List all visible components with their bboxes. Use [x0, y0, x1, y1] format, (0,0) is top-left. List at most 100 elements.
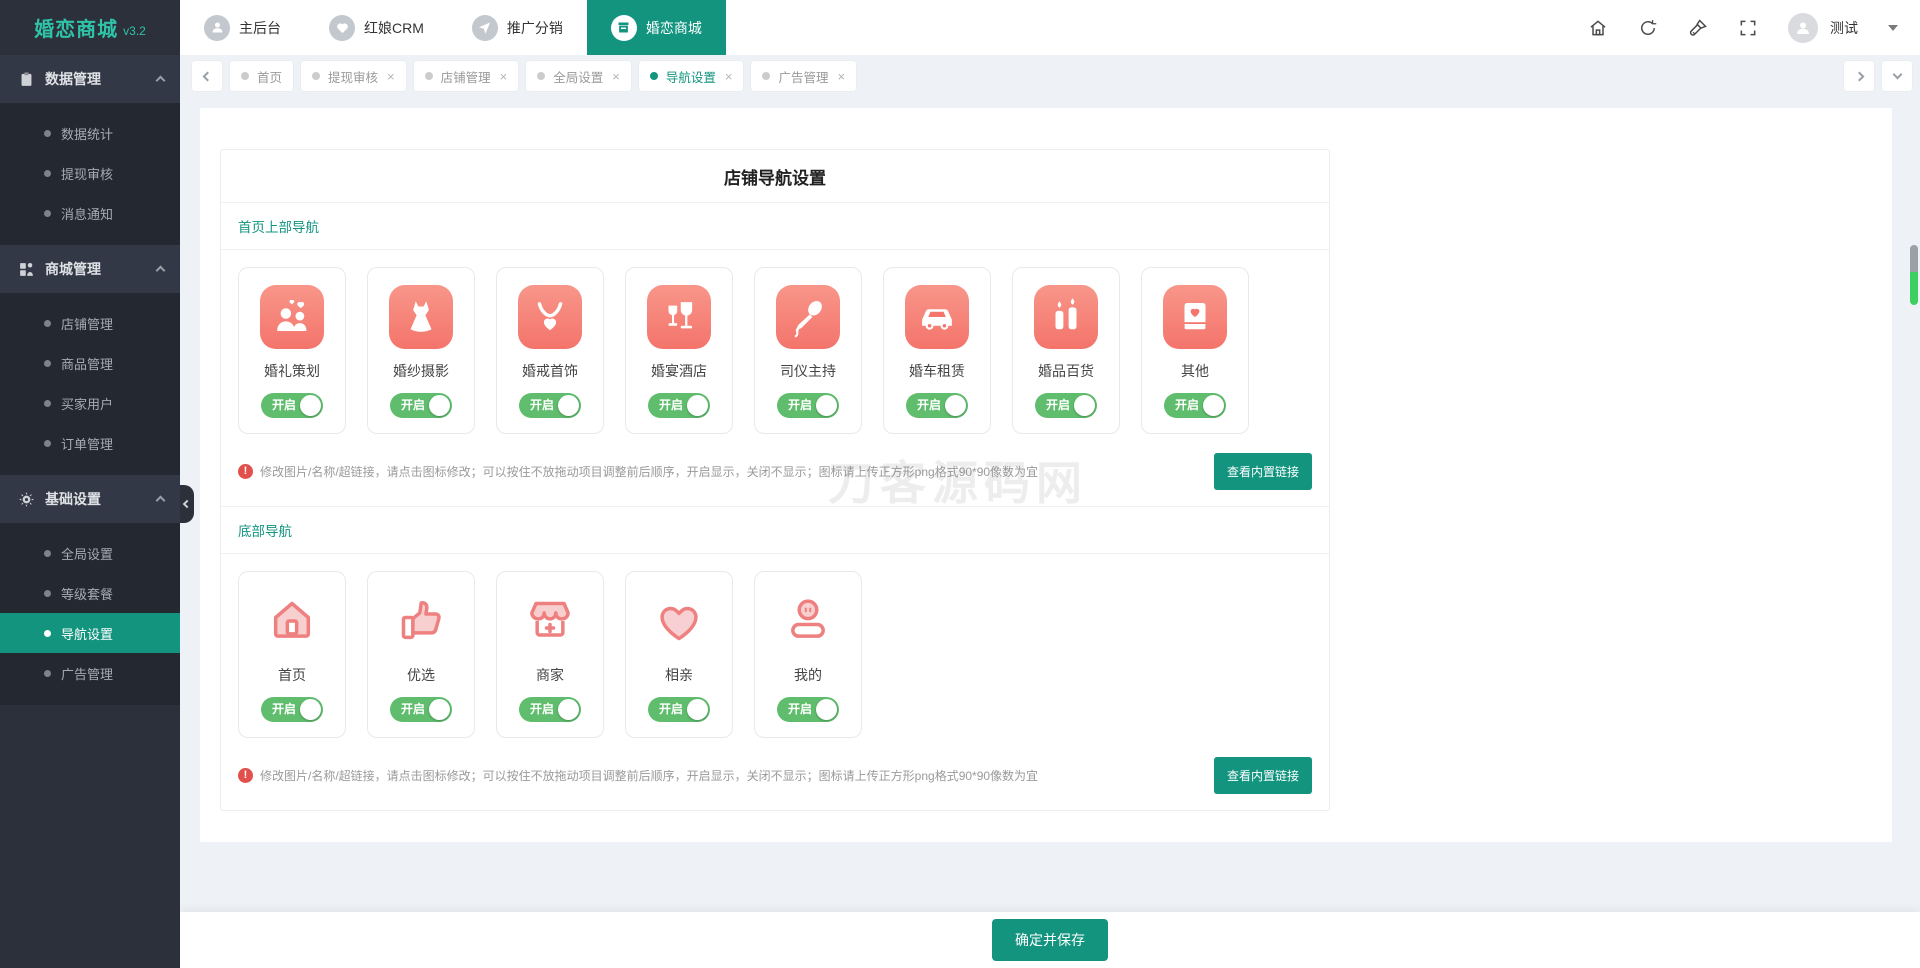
nav-card-toggle[interactable]: 开启	[519, 393, 581, 418]
close-icon[interactable]: ×	[387, 69, 395, 84]
sidebar-item-ad-manage[interactable]: 广告管理	[0, 653, 180, 693]
tab-dot-icon	[312, 72, 320, 80]
nav-card-banquet-hotel[interactable]: 婚宴酒店 开启	[625, 267, 733, 434]
section-label-top-nav: 首页上部导航	[221, 203, 1329, 250]
fullscreen-icon[interactable]	[1738, 18, 1758, 38]
close-icon[interactable]: ×	[725, 69, 733, 84]
toggle-knob	[300, 699, 321, 720]
book-icon[interactable]	[1163, 285, 1227, 349]
sidebar-group-settings[interactable]: 基础设置	[0, 475, 180, 523]
sidebar-item-global-settings[interactable]: 全局设置	[0, 533, 180, 573]
nav-card-other[interactable]: 其他 开启	[1141, 267, 1249, 434]
storefront-outline-icon[interactable]	[518, 589, 582, 653]
sidebar-collapse-handle[interactable]	[180, 485, 194, 523]
nav-card-label: 我的	[755, 665, 861, 685]
close-icon[interactable]: ×	[837, 69, 845, 84]
apptab-matchmaker-crm[interactable]: 红娘CRM	[305, 0, 448, 55]
nav-card-merchant[interactable]: 商家 开启	[496, 571, 604, 738]
save-button[interactable]: 确定并保存	[992, 919, 1108, 961]
thumb-up-outline-icon[interactable]	[389, 589, 453, 653]
nav-card-wedding-rings[interactable]: 婚戒首饰 开启	[496, 267, 604, 434]
chevron-down-icon[interactable]	[1888, 25, 1898, 31]
tab-dot-icon	[650, 72, 658, 80]
sidebar-item-buyer-users[interactable]: 买家用户	[0, 383, 180, 423]
tab-nav-settings[interactable]: 导航设置 ×	[639, 61, 744, 91]
nav-card-label: 商家	[497, 665, 603, 685]
header-actions: 测试	[1588, 0, 1920, 55]
sidebar-group-mall[interactable]: 商城管理	[0, 245, 180, 293]
apptab-marriage-mall[interactable]: 婚恋商城	[587, 0, 726, 55]
sidebar-item-level-package[interactable]: 等级套餐	[0, 573, 180, 613]
nav-card-toggle[interactable]: 开启	[777, 697, 839, 722]
clear-cache-icon[interactable]	[1688, 18, 1708, 38]
apptab-promotion[interactable]: 推广分销	[448, 0, 587, 55]
nav-card-toggle[interactable]: 开启	[1035, 393, 1097, 418]
nav-card-toggle[interactable]: 开启	[261, 393, 323, 418]
view-links-button[interactable]: 查看内置链接	[1214, 453, 1312, 490]
home-icon[interactable]	[1588, 18, 1608, 38]
refresh-icon[interactable]	[1638, 18, 1658, 38]
home-outline-icon[interactable]	[260, 589, 324, 653]
couple-icon[interactable]	[260, 285, 324, 349]
nav-card-matchmaking[interactable]: 相亲 开启	[625, 571, 733, 738]
nav-card-toggle[interactable]: 开启	[1164, 393, 1226, 418]
app-title: 婚恋商城	[34, 13, 118, 42]
bullet-icon	[44, 130, 51, 137]
tab-shop-manage[interactable]: 店铺管理 ×	[414, 61, 519, 91]
tabs-scroll-left-button[interactable]	[192, 61, 222, 91]
close-icon[interactable]: ×	[500, 69, 508, 84]
wine-glasses-icon[interactable]	[647, 285, 711, 349]
microphone-icon[interactable]	[776, 285, 840, 349]
nav-card-label: 婚车租赁	[884, 361, 990, 381]
nav-card-wedding-photography[interactable]: 婚纱摄影 开启	[367, 267, 475, 434]
tabs-scroll-right-button[interactable]	[1844, 61, 1874, 91]
toggle-knob	[816, 699, 837, 720]
bullet-icon	[44, 360, 51, 367]
sidebar-item-message-notice[interactable]: 消息通知	[0, 193, 180, 233]
tab-ad-manage[interactable]: 广告管理 ×	[751, 61, 856, 91]
sidebar-item-nav-settings[interactable]: 导航设置	[0, 613, 180, 653]
alert-icon: !	[238, 768, 253, 783]
candles-icon[interactable]	[1034, 285, 1098, 349]
nav-card-profile[interactable]: 我的 开启	[754, 571, 862, 738]
nav-card-toggle[interactable]: 开启	[777, 393, 839, 418]
nav-card-wedding-planning[interactable]: 婚礼策划 开启	[238, 267, 346, 434]
hint-text: ! 修改图片/名称/超链接，请点击图标修改；可以按住不放拖动项目调整前后顺序，开…	[238, 767, 1038, 784]
necklace-icon[interactable]	[518, 285, 582, 349]
nav-card-toggle[interactable]: 开启	[648, 393, 710, 418]
car-icon[interactable]	[905, 285, 969, 349]
sidebar-item-withdraw-review[interactable]: 提现审核	[0, 153, 180, 193]
nav-card-toggle[interactable]: 开启	[648, 697, 710, 722]
nav-card-home[interactable]: 首页 开启	[238, 571, 346, 738]
view-links-button[interactable]: 查看内置链接	[1214, 757, 1312, 794]
nav-card-featured[interactable]: 优选 开启	[367, 571, 475, 738]
sidebar-item-shop-manage[interactable]: 店铺管理	[0, 303, 180, 343]
sidebar-item-order-manage[interactable]: 订单管理	[0, 423, 180, 463]
toggle-knob	[300, 395, 321, 416]
nav-card-wedding-car[interactable]: 婚车租赁 开启	[883, 267, 991, 434]
scrollbar-thumb[interactable]	[1910, 245, 1918, 305]
sidebar-group-label: 数据管理	[45, 69, 157, 89]
tabs-menu-button[interactable]	[1882, 61, 1912, 91]
nav-card-toggle[interactable]: 开启	[390, 393, 452, 418]
tabbar-right-controls	[1844, 61, 1912, 91]
sidebar-item-data-stats[interactable]: 数据统计	[0, 113, 180, 153]
sidebar-group-data[interactable]: 数据管理	[0, 55, 180, 103]
sidebar-item-goods-manage[interactable]: 商品管理	[0, 343, 180, 383]
tab-withdraw-review[interactable]: 提现审核 ×	[301, 61, 406, 91]
close-icon[interactable]: ×	[612, 69, 620, 84]
nav-card-toggle[interactable]: 开启	[519, 697, 581, 722]
nav-card-toggle[interactable]: 开启	[906, 393, 968, 418]
tab-global-settings[interactable]: 全局设置 ×	[526, 61, 631, 91]
avatar[interactable]	[1788, 13, 1818, 43]
nav-card-toggle[interactable]: 开启	[390, 697, 452, 722]
tab-home[interactable]: 首页	[230, 61, 293, 91]
apptab-main-admin[interactable]: 主后台	[180, 0, 305, 55]
person-outline-icon[interactable]	[776, 589, 840, 653]
wedding-dress-icon[interactable]	[389, 285, 453, 349]
nav-card-mc-host[interactable]: 司仪主持 开启	[754, 267, 862, 434]
heart-outline-icon[interactable]	[647, 589, 711, 653]
nav-card-toggle[interactable]: 开启	[261, 697, 323, 722]
nav-card-wedding-goods[interactable]: 婚品百货 开启	[1012, 267, 1120, 434]
nav-card-label: 婚纱摄影	[368, 361, 474, 381]
